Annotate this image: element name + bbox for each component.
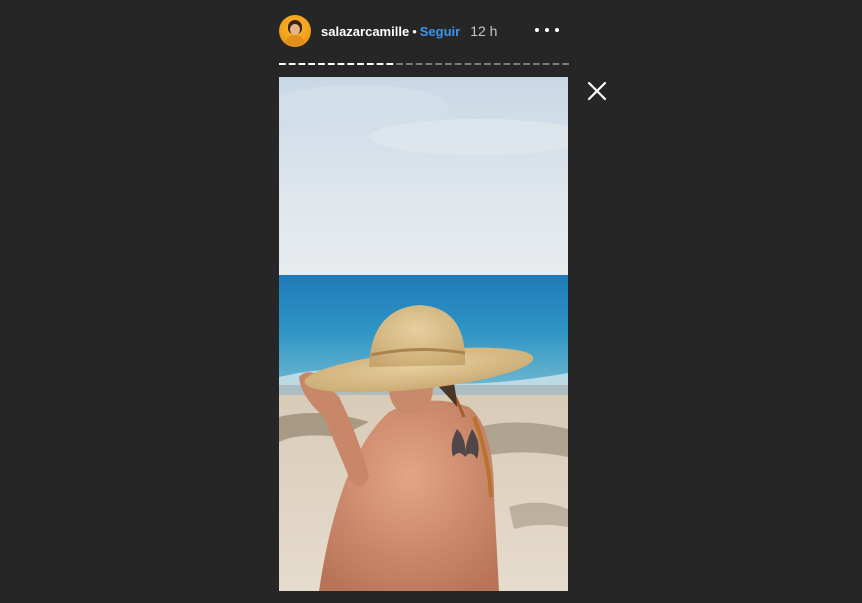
progress-segment bbox=[464, 63, 472, 65]
progress-segment bbox=[474, 63, 482, 65]
progress-segment bbox=[279, 63, 286, 65]
progress-segment bbox=[493, 63, 501, 65]
progress-segment bbox=[386, 63, 394, 65]
progress-segment bbox=[562, 63, 569, 65]
progress-segment bbox=[445, 63, 452, 65]
progress-segment bbox=[396, 63, 403, 65]
progress-segment bbox=[435, 63, 443, 65]
story-image[interactable] bbox=[279, 77, 568, 591]
username-link[interactable]: salazarcamille bbox=[321, 24, 409, 39]
progress-segment bbox=[503, 63, 511, 65]
avatar[interactable] bbox=[279, 15, 311, 47]
more-options-icon[interactable] bbox=[535, 20, 559, 40]
progress-segment bbox=[532, 63, 540, 65]
progress-segment bbox=[308, 63, 316, 65]
progress-segment bbox=[337, 63, 345, 65]
story-progress-bar bbox=[279, 63, 569, 65]
progress-segment bbox=[415, 63, 423, 65]
progress-segment bbox=[405, 63, 413, 65]
progress-segment bbox=[347, 63, 355, 65]
progress-segment bbox=[523, 63, 530, 65]
progress-segment bbox=[484, 63, 491, 65]
follow-button[interactable]: Seguir bbox=[420, 24, 460, 39]
progress-segment bbox=[318, 63, 325, 65]
progress-segment bbox=[552, 63, 560, 65]
progress-segment bbox=[288, 63, 296, 65]
progress-segment bbox=[513, 63, 521, 65]
progress-segment bbox=[542, 63, 550, 65]
progress-segment bbox=[298, 63, 306, 65]
progress-segment bbox=[454, 63, 462, 65]
progress-segment bbox=[327, 63, 335, 65]
post-time: 12 h bbox=[470, 23, 498, 39]
progress-segment bbox=[376, 63, 384, 65]
progress-segment bbox=[366, 63, 374, 65]
story-viewer: salazarcamille • Seguir 12 h bbox=[0, 0, 862, 603]
progress-segment bbox=[357, 63, 364, 65]
separator-dot: • bbox=[412, 23, 417, 39]
story-header: salazarcamille • Seguir 12 h bbox=[279, 14, 569, 48]
progress-segment bbox=[425, 63, 433, 65]
close-icon[interactable] bbox=[585, 79, 609, 103]
